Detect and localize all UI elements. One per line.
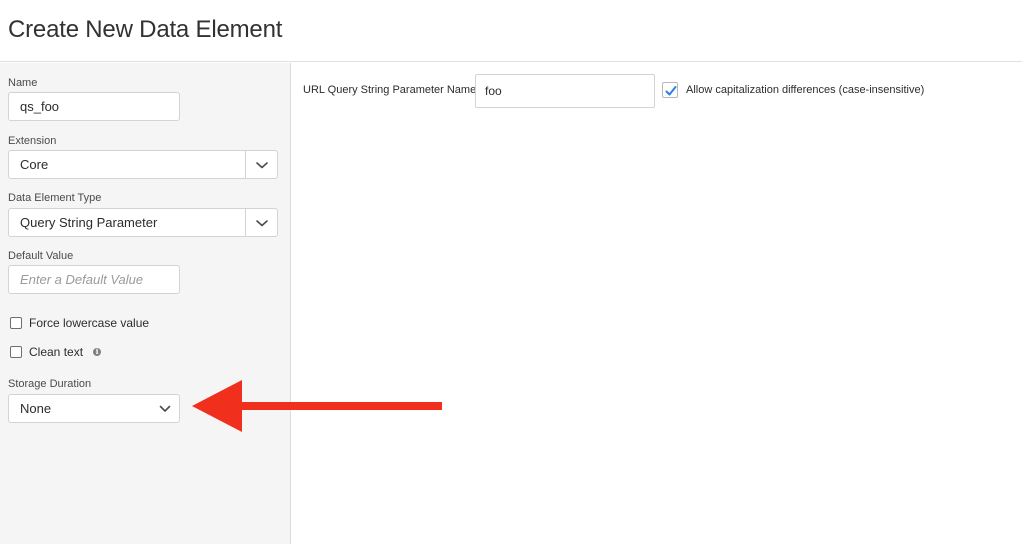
main-panel: URL Query String Parameter Name foo Allo… <box>292 63 1022 544</box>
extension-label: Extension <box>8 135 57 147</box>
param-name-input[interactable]: foo <box>475 74 655 108</box>
extension-select-toggle[interactable] <box>245 151 277 178</box>
chevron-down-icon <box>159 405 171 412</box>
header: Create New Data Element <box>0 0 1022 62</box>
storage-duration-select-toggle[interactable] <box>159 404 171 414</box>
storage-duration-select-value: None <box>20 401 52 416</box>
case-insensitive-label: Allow capitalization differences (case-i… <box>686 84 925 96</box>
red-arrow-annotation <box>192 380 442 432</box>
extension-select-value: Core <box>20 157 49 172</box>
clean-text-label: Clean text <box>29 345 84 359</box>
extension-select[interactable]: Core <box>8 150 278 179</box>
storage-duration-select[interactable]: None <box>8 394 180 423</box>
chevron-down-icon <box>256 162 268 169</box>
data-element-type-select-toggle[interactable] <box>245 209 277 236</box>
force-lowercase-row[interactable]: Force lowercase value <box>10 315 149 331</box>
case-insensitive-row[interactable]: Allow capitalization differences (case-i… <box>662 82 924 98</box>
data-element-type-label: Data Element Type <box>8 192 102 204</box>
default-value-input[interactable] <box>8 265 180 294</box>
clean-text-checkbox[interactable] <box>10 346 22 358</box>
chevron-down-icon <box>256 220 268 227</box>
case-insensitive-checkbox[interactable] <box>662 82 678 98</box>
page-title: Create New Data Element <box>8 16 283 43</box>
force-lowercase-checkbox[interactable] <box>10 317 22 329</box>
param-name-label: URL Query String Parameter Name <box>303 84 477 96</box>
arrow-shaft <box>230 402 442 410</box>
name-input[interactable] <box>8 92 180 121</box>
name-label: Name <box>8 77 38 89</box>
checkmark-icon <box>665 86 677 96</box>
clean-text-row[interactable]: Clean text i <box>10 344 102 360</box>
data-element-type-select[interactable]: Query String Parameter <box>8 208 278 237</box>
info-icon[interactable]: i <box>93 348 102 356</box>
sidebar: Name Extension Core Data Element Type Qu… <box>0 63 291 544</box>
page: Create New Data Element Name Extension C… <box>0 0 1022 544</box>
force-lowercase-label: Force lowercase value <box>29 316 150 330</box>
default-value-label: Default Value <box>8 250 74 262</box>
data-element-type-select-value: Query String Parameter <box>20 215 158 230</box>
storage-duration-label: Storage Duration <box>8 378 92 390</box>
arrow-head <box>192 380 242 432</box>
